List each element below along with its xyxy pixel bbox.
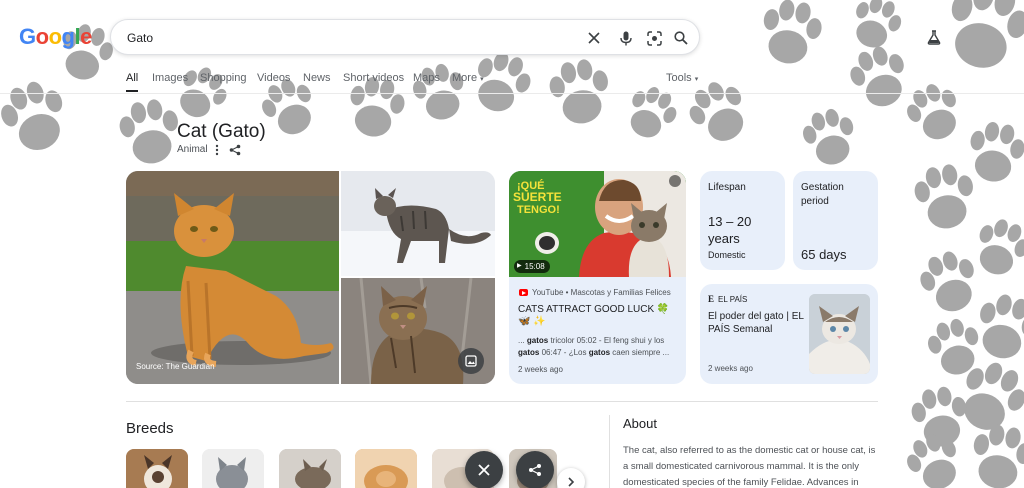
tab-maps[interactable]: Maps [413,72,440,84]
video-thumbnail[interactable]: ¡QUÉ SUERTE TENGO! ▶ 15:08 [509,171,686,277]
logo-letter-g2: g [61,24,75,49]
tabby-breed-illustration [279,449,341,488]
active-tab-indicator [126,90,138,92]
share-icon [529,464,541,476]
tab-images[interactable]: Images [152,72,188,84]
breeds-next-button[interactable] [557,468,585,488]
thumb-text-line3: TENGO! [517,204,560,216]
search-box[interactable] [110,19,700,55]
lifespan-note: Domestic [708,250,746,260]
video-timestamp: 2 weeks ago [518,365,563,374]
cat-image-orange[interactable]: Source: The Guardian [126,171,339,384]
persian-cat-illustration [355,449,417,488]
logo-letter-o2: o [48,24,62,49]
lifespan-value: 13 – 20 years [708,214,752,246]
tab-shopping[interactable]: Shopping [200,72,247,84]
google-logo[interactable]: Google [19,24,92,50]
image-gallery-icon [465,355,477,367]
snippet-line-2: gatos 06:47 - ¿Los gatos caen siempre ..… [518,347,680,359]
gestation-label: Gestation period [801,182,844,207]
labs-flask-icon[interactable] [926,29,942,45]
thumb-text-line2: SUERTE [513,190,562,204]
chevron-right-icon [568,477,575,487]
gestation-value: 65 days [801,247,847,262]
video-snippet: ... gatos tricolor 05:02 - El feng shui … [518,335,680,359]
video-source-text: YouTube • Mascotas y Familias Felices [532,288,671,297]
news-card[interactable]: E EL PAÍS El poder del gato | EL PAÍS Se… [700,284,878,384]
news-title[interactable]: El poder del gato | EL PAÍS Semanal [708,310,806,336]
tab-short-videos[interactable]: Short videos [343,72,404,84]
image-gallery[interactable]: Source: The Guardian [126,171,495,384]
breed-thumbnail[interactable] [126,449,188,488]
breed-thumbnail[interactable] [355,449,417,488]
more-options-icon[interactable] [214,143,220,156]
entity-type: Animal [177,144,208,155]
logo-letter-e: e [80,24,92,49]
logo-letter-o1: o [35,24,49,49]
tab-news[interactable]: News [303,72,331,84]
search-input[interactable] [127,28,567,48]
chevron-down-icon: ▾ [694,76,699,83]
about-divider [609,415,610,488]
image-source-caption: Source: The Guardian [136,362,215,371]
youtube-icon [519,289,528,296]
tab-more[interactable]: More ▾ [452,72,484,84]
tools-button[interactable]: Tools ▾ [666,72,698,84]
kitten-illustration [809,294,870,374]
orange-cat-illustration [126,171,339,384]
tools-label: Tools [666,72,692,84]
el-pais-logo: E [708,294,715,304]
news-source-name: EL PAÍS [718,294,748,304]
play-icon: ▶ [517,263,522,269]
video-title[interactable]: CATS ATTRACT GOOD LUCK 🍀 🦋 ✨ [518,304,678,328]
breed-thumbnail[interactable] [279,449,341,488]
british-shorthair-illustration [202,449,264,488]
about-description: The cat, also referred to as the domesti… [623,445,876,488]
news-source: E EL PAÍS [708,294,747,304]
snippet-line-1: ... gatos tricolor 05:02 - El feng shui … [518,335,680,347]
video-result-card[interactable]: ¡QUÉ SUERTE TENGO! ▶ 15:08 YouTube • Mas… [509,171,686,384]
cat-image-tabby-snow[interactable] [341,171,495,276]
breeds-heading: Breeds [126,420,174,437]
page-title: Cat (Gato) [177,121,266,142]
snippet-highlight: gatos [588,348,611,357]
siamese-cat-illustration [126,449,188,488]
close-button[interactable] [465,451,503,488]
about-heading: About [623,416,657,431]
search-icon[interactable] [672,29,690,47]
clear-icon[interactable] [585,29,603,47]
video-duration: 15:08 [524,262,545,271]
snippet-text: caen siempre ... [610,348,670,357]
snippet-highlight: gatos [526,336,549,345]
tab-more-label: More [452,72,478,84]
microphone-icon[interactable] [617,29,635,47]
logo-letter-g: G [19,24,36,49]
lifespan-label: Lifespan [708,182,746,193]
tabby-in-snow-illustration [341,171,495,276]
news-timestamp: 2 weeks ago [708,364,753,373]
video-source: YouTube • Mascotas y Familias Felices [519,288,671,297]
tab-videos[interactable]: Videos [257,72,290,84]
snippet-text: ... [518,336,527,345]
lifespan-card[interactable]: Lifespan 13 – 20 years Domestic [700,171,785,270]
gestation-card[interactable]: Gestation period 65 days [793,171,878,270]
share-icon[interactable] [229,143,241,156]
news-thumbnail[interactable] [809,294,870,374]
view-images-button[interactable] [458,348,484,374]
chevron-down-icon: ▾ [480,76,484,83]
section-divider [126,401,878,402]
video-duration-badge: ▶ 15:08 [514,260,550,273]
close-icon [478,464,490,476]
breed-thumbnail[interactable] [202,449,264,488]
snippet-text: 06:47 - ¿Los [539,348,589,357]
lens-icon[interactable] [645,29,663,47]
header-divider [0,93,1024,94]
snippet-text: tricolor 05:02 - El feng shui y los [548,336,665,345]
share-button[interactable] [516,451,554,488]
snippet-highlight: gatos [518,348,540,357]
tab-all[interactable]: All [126,72,138,84]
